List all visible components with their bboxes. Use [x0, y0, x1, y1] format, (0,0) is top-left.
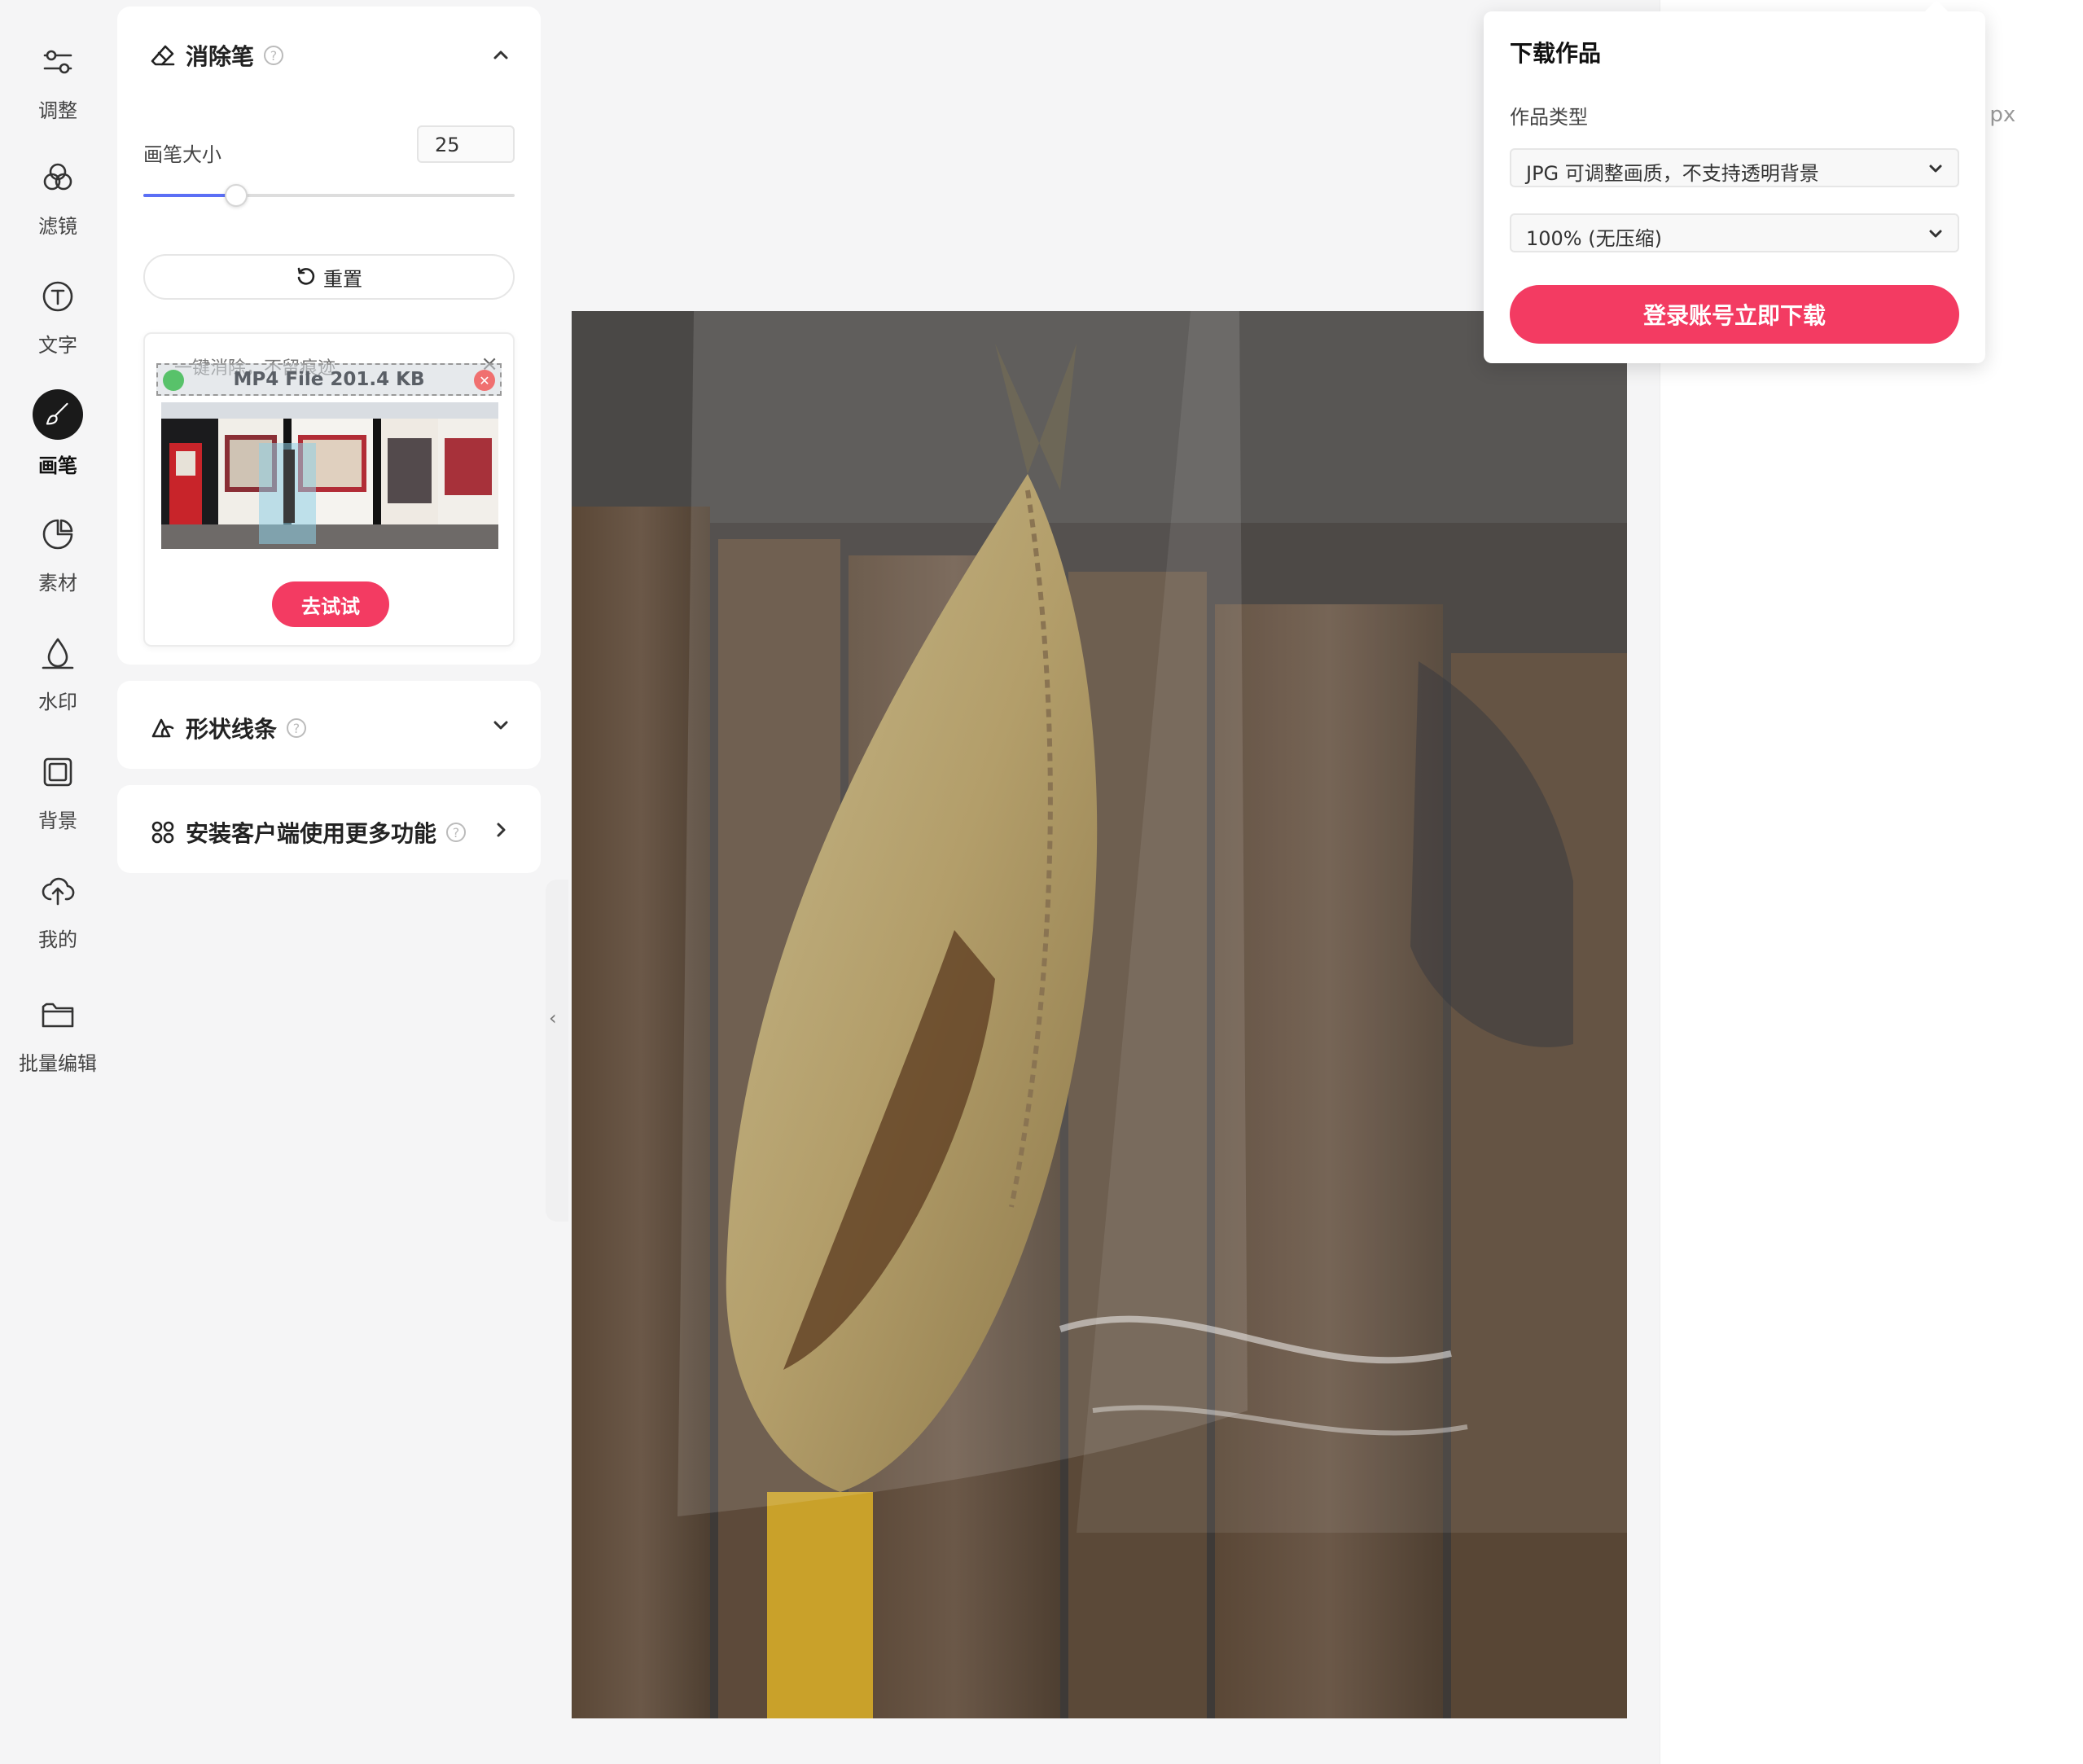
shapes-icon: [150, 715, 176, 741]
rail-item-filter[interactable]: 滤镜: [0, 155, 116, 239]
rail-label: 背景: [38, 810, 77, 832]
help-icon[interactable]: ?: [287, 718, 307, 738]
rail-label: 批量编辑: [19, 1052, 97, 1075]
promo-card: 一键消除，不留痕迹 × MP4 File 201.4 K: [143, 332, 515, 647]
folder-icon: [35, 992, 81, 1038]
reset-button[interactable]: 重置: [143, 254, 515, 300]
quality-select[interactable]: 100% (无压缩): [1510, 213, 1959, 252]
chevron-up-icon[interactable]: [489, 42, 513, 67]
promo-storefront-image: [161, 402, 498, 549]
text-icon: [35, 274, 81, 319]
shape-panel[interactable]: 形状线条 ?: [117, 681, 541, 769]
work-type-value: JPG 可调整画质，不支持透明背景: [1526, 162, 1819, 185]
slider-fill: [143, 194, 236, 197]
rail-item-brush[interactable]: 画笔: [0, 389, 116, 478]
rail-label: 调整: [38, 99, 77, 122]
check-icon: [163, 370, 184, 391]
shape-header[interactable]: 形状线条 ?: [150, 712, 307, 744]
rail-item-sticker[interactable]: 素材: [0, 511, 116, 595]
background-icon: [35, 749, 81, 795]
sticker-icon: [35, 511, 81, 557]
reset-label: 重置: [323, 267, 362, 291]
panel-collapse-tab[interactable]: ‹: [546, 880, 568, 1222]
chevron-right-icon[interactable]: [489, 818, 513, 842]
rail-label: 文字: [38, 334, 77, 357]
rail-item-adjust[interactable]: 调整: [0, 39, 116, 123]
sliders-icon: [35, 39, 81, 85]
rail-label: 画笔: [38, 454, 77, 477]
chevron-down-icon: [1929, 230, 1942, 238]
download-popup: 下载作品 作品类型 JPG 可调整画质，不支持透明背景 100% (无压缩) 登…: [1484, 0, 1985, 363]
reset-icon: [297, 267, 315, 285]
brush-size-label: 画笔大小: [143, 143, 221, 166]
help-icon[interactable]: ?: [446, 823, 467, 842]
eraser-icon: [150, 42, 176, 68]
brush-size-slider[interactable]: [143, 184, 515, 207]
brush-size-input[interactable]: 25: [417, 125, 515, 163]
work-type-select[interactable]: JPG 可调整画质，不支持透明背景: [1510, 148, 1959, 187]
file-chip: MP4 File 201.4 KB ✕: [156, 363, 502, 396]
try-button[interactable]: 去试试: [272, 581, 389, 627]
cloud-upload-icon: [35, 868, 81, 914]
tool-rail: 调整 滤镜 文字 画笔 素材 水印 背景 我的 批量编辑: [0, 0, 116, 1764]
install-panel[interactable]: 安装客户端使用更多功能 ?: [117, 785, 541, 873]
rail-item-watermark[interactable]: 水印: [0, 630, 116, 714]
download-title: 下载作品: [1510, 40, 1602, 67]
chevron-left-icon: ‹: [549, 1007, 557, 1029]
brush-icon: [33, 389, 83, 440]
eraser-title: 消除笔: [186, 43, 255, 70]
work-type-label: 作品类型: [1510, 106, 1588, 129]
rail-item-batch-edit[interactable]: 批量编辑: [0, 992, 116, 1076]
slider-handle[interactable]: [225, 184, 248, 207]
chevron-down-icon[interactable]: [489, 713, 513, 738]
rail-label: 素材: [38, 572, 77, 595]
install-title: 安装客户端使用更多功能: [186, 820, 437, 847]
filter-icon: [35, 155, 81, 200]
apps-icon: [150, 819, 176, 845]
rail-label: 水印: [38, 691, 77, 713]
rail-item-background[interactable]: 背景: [0, 749, 116, 833]
quality-value: 100% (无压缩): [1526, 227, 1662, 250]
rail-label: 我的: [38, 928, 77, 951]
help-icon[interactable]: ?: [264, 46, 284, 65]
rail-item-mine[interactable]: 我的: [0, 868, 116, 952]
shape-title: 形状线条: [186, 716, 278, 743]
rail-label: 滤镜: [38, 215, 77, 238]
rail-item-text[interactable]: 文字: [0, 274, 116, 358]
remove-file-icon[interactable]: ✕: [474, 370, 495, 391]
file-label: MP4 File 201.4 KB: [233, 369, 425, 390]
chevron-down-icon: [1929, 165, 1942, 173]
canvas-photo[interactable]: [572, 311, 1627, 1718]
eraser-header[interactable]: 消除笔 ?: [150, 39, 284, 72]
install-header[interactable]: 安装客户端使用更多功能 ?: [150, 816, 467, 849]
eraser-panel: 消除笔 ? 画笔大小 25 重置 一键消除，不留痕迹 ×: [117, 7, 541, 665]
watermark-icon: [35, 630, 81, 676]
login-download-button[interactable]: 登录账号立即下载: [1510, 285, 1959, 344]
